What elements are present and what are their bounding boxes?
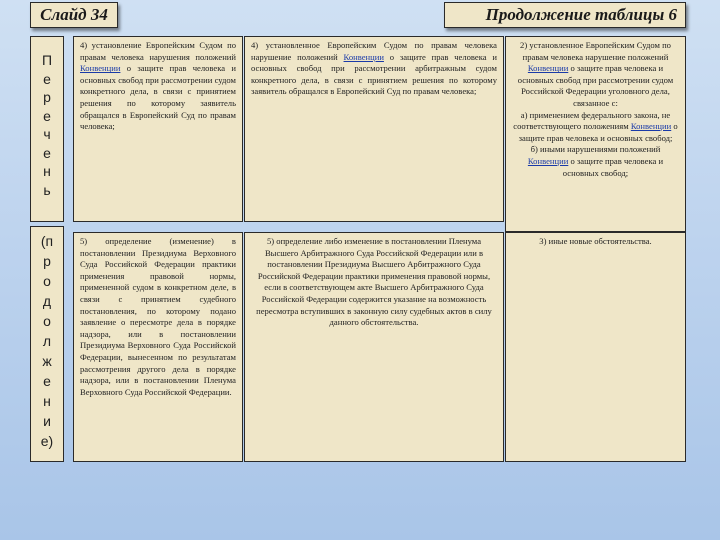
convention-link[interactable]: Конвенции [80, 63, 120, 73]
bottom-letter: д [42, 293, 52, 309]
side-label-top: Перечень [30, 36, 64, 222]
top-letter: ь [43, 181, 51, 198]
vertical-word-bottom: (п р о д о л ж е н и е) [31, 227, 63, 451]
slide-number-label: Слайд 34 [30, 2, 118, 28]
bottom-letter: о [43, 273, 51, 289]
top-letter: н [43, 163, 51, 179]
top-letter: П [41, 52, 53, 68]
cell-text: 5) определение (изменение) в постановлен… [80, 236, 236, 397]
table-cell-r2-c3: 3) иные новые обстоятельства. [505, 232, 686, 462]
side-label-bottom: (п р о д о л ж е н и е) [30, 226, 64, 462]
convention-link[interactable]: Конвенции [528, 156, 568, 166]
bottom-letter: р [43, 253, 51, 269]
table-cell-r1-c3: 2) установленное Европейским Судом по пр… [505, 36, 686, 232]
convention-link[interactable]: Конвенции [631, 121, 671, 131]
bottom-letter: н [43, 393, 51, 409]
cell-text: б) иными нарушениями положений [530, 144, 661, 155]
bottom-letter: ж [42, 353, 52, 369]
convention-link[interactable]: Конвенции [528, 63, 568, 73]
convention-link[interactable]: Конвенции [344, 52, 384, 62]
table-cell-r1-c1: 4) установление Европейским Судом по пра… [73, 36, 243, 222]
top-letter: е [43, 70, 51, 87]
bottom-letter: (п [40, 233, 54, 249]
table-cell-r1-c2: 4) установленное Европейским Судом по пр… [244, 36, 504, 222]
table-cell-r2-c2: 5) определение либо изменение в постанов… [244, 232, 504, 462]
cell-text: о защите прав человека и основных свобод… [80, 63, 236, 132]
vertical-word-top: Перечень [31, 37, 63, 199]
bottom-letter: е [43, 373, 51, 389]
top-letter: ч [43, 126, 51, 142]
top-letter: р [43, 89, 51, 105]
top-letter: е [43, 144, 51, 161]
cell-text: 2) установленное Европейским Судом по пр… [520, 40, 671, 62]
cell-text: о защите прав человека и основных свобод… [562, 155, 664, 178]
cell-text: 4) установление Европейским Судом по пра… [80, 40, 236, 62]
bottom-letter: о [43, 313, 51, 329]
cell-text: 3) иные новые обстоятельства. [539, 236, 652, 246]
table-cell-r2-c1: 5) определение (изменение) в постановлен… [73, 232, 243, 462]
cell-text: 5) определение либо изменение в постанов… [256, 236, 492, 328]
slide-heading: Продолжение таблицы 6 [444, 2, 686, 28]
bottom-letter: е) [40, 433, 54, 449]
bottom-letter: и [43, 413, 51, 429]
bottom-letter: л [42, 333, 52, 349]
top-letter: е [43, 107, 51, 124]
